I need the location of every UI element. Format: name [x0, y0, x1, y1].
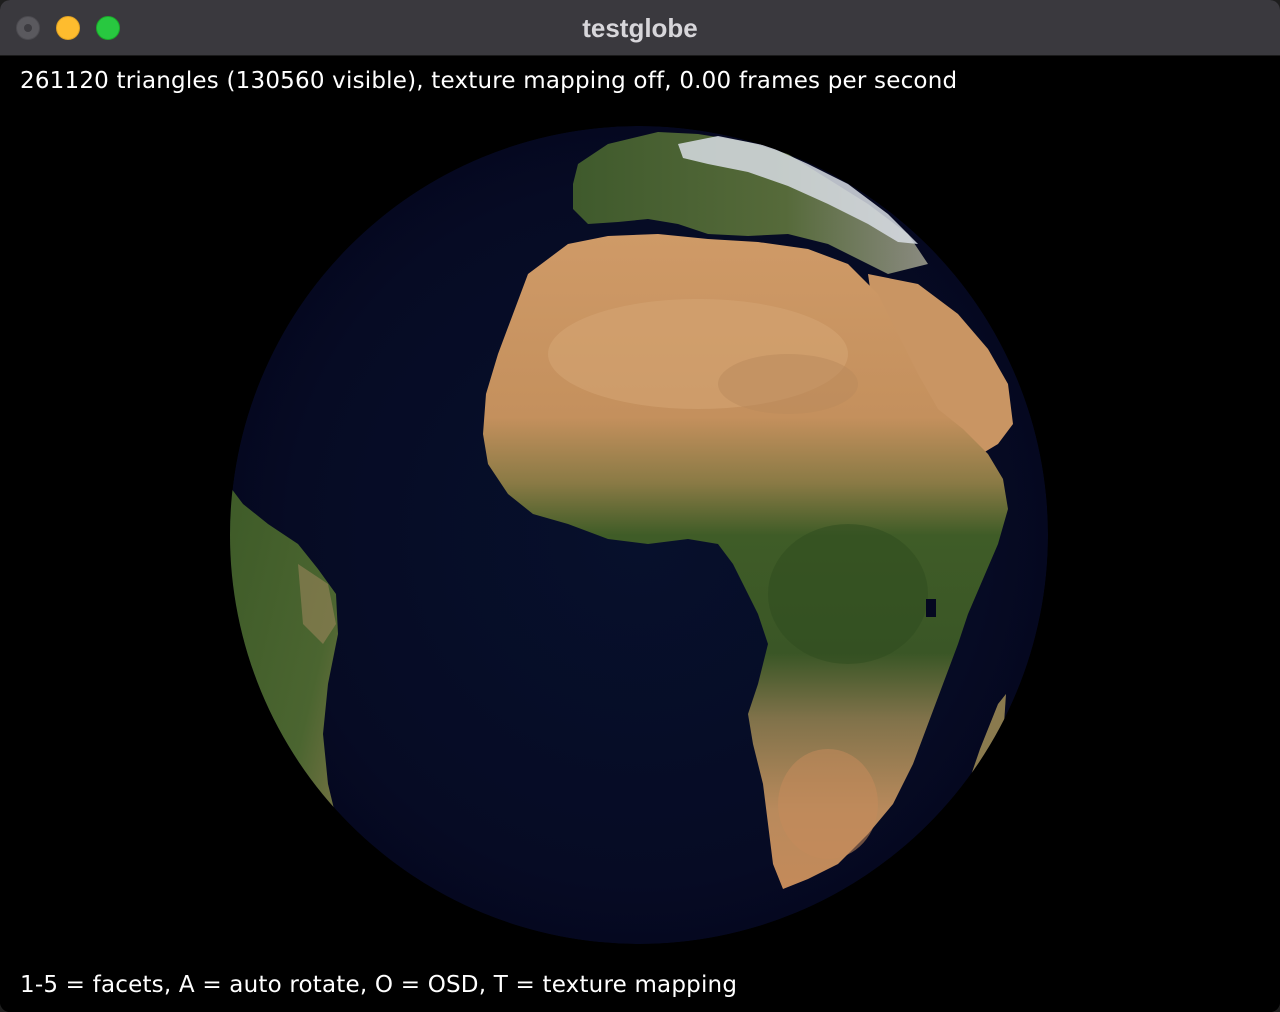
earth-globe[interactable]	[228, 124, 1050, 946]
app-window: testglobe 261120 triangles (130560 visib…	[0, 0, 1280, 1012]
sahara-shading	[718, 354, 858, 414]
lake-victoria	[926, 599, 936, 617]
render-canvas[interactable]: 261120 triangles (130560 visible), textu…	[0, 56, 1280, 1012]
stats-overlay: 261120 triangles (130560 visible), textu…	[20, 68, 958, 94]
window-title: testglobe	[582, 13, 698, 43]
kalahari-desert	[778, 749, 878, 859]
help-overlay: 1-5 = facets, A = auto rotate, O = OSD, …	[20, 972, 738, 998]
title-bar[interactable]: testglobe	[0, 0, 1280, 56]
congo-forest	[768, 524, 928, 664]
